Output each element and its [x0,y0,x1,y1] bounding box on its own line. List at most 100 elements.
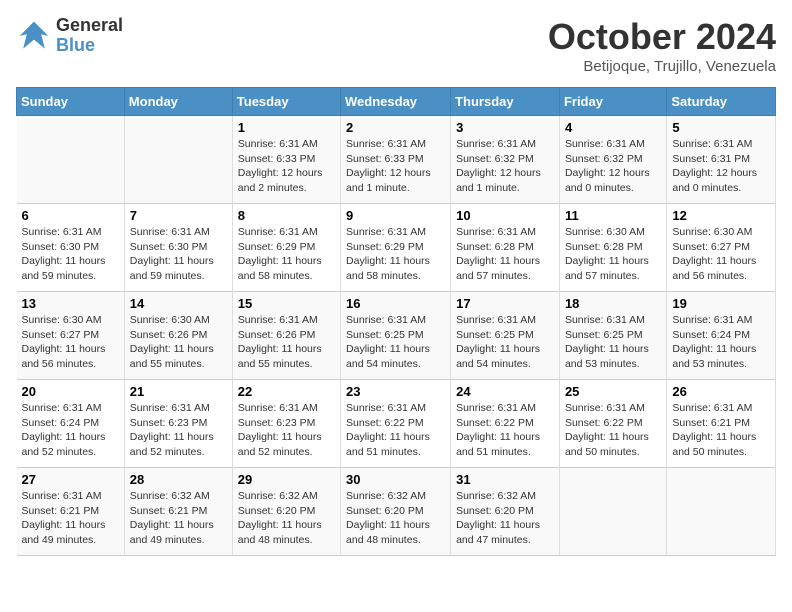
calendar-cell: 30 Sunrise: 6:32 AMSunset: 6:20 PMDayligh… [341,468,451,556]
day-number: 19 [672,296,770,311]
calendar-cell: 16 Sunrise: 6:31 AMSunset: 6:25 PMDayligh… [341,292,451,380]
day-info: Sunrise: 6:31 AMSunset: 6:30 PMDaylight:… [130,225,227,284]
day-number: 24 [456,384,554,399]
calendar-cell: 11Sunrise: 6:30 AMSunset: 6:28 PMDayligh… [559,204,666,292]
day-info: Sunrise: 6:31 AMSunset: 6:21 PMDaylight:… [672,401,770,460]
day-number: 10 [456,208,554,223]
day-info: Sunrise: 6:32 AMSunset: 6:20 PMDaylight:… [238,489,335,548]
day-number: 17 [456,296,554,311]
day-number: 12 [672,208,770,223]
calendar-cell [17,116,125,204]
calendar-week-row: 20 Sunrise: 6:31 AMSunset: 6:24 PMDayligh… [17,380,776,468]
col-monday: Monday [124,88,232,116]
day-info: Sunrise: 6:31 AMSunset: 6:29 PMDaylight:… [238,225,335,284]
day-info: Sunrise: 6:31 AMSunset: 6:26 PMDaylight:… [238,313,335,372]
day-info: Sunrise: 6:31 AMSunset: 6:32 PMDaylight:… [456,137,554,196]
day-number: 5 [672,120,770,135]
logo-icon [16,18,52,54]
location-subtitle: Betijoque, Trujillo, Venezuela [548,58,776,75]
day-info: Sunrise: 6:31 AMSunset: 6:24 PMDaylight:… [22,401,119,460]
day-number: 23 [346,384,445,399]
logo-text: General Blue [56,16,123,56]
calendar-cell [559,468,666,556]
day-info: Sunrise: 6:31 AMSunset: 6:22 PMDaylight:… [456,401,554,460]
day-number: 28 [130,472,227,487]
day-info: Sunrise: 6:31 AMSunset: 6:22 PMDaylight:… [565,401,661,460]
col-saturday: Saturday [667,88,776,116]
col-wednesday: Wednesday [341,88,451,116]
calendar-cell: 7Sunrise: 6:31 AMSunset: 6:30 PMDaylight… [124,204,232,292]
day-info: Sunrise: 6:31 AMSunset: 6:25 PMDaylight:… [565,313,661,372]
calendar-week-row: 6 Sunrise: 6:31 AMSunset: 6:30 PMDaylight… [17,204,776,292]
calendar-cell: 3 Sunrise: 6:31 AMSunset: 6:32 PMDaylight… [451,116,560,204]
day-info: Sunrise: 6:31 AMSunset: 6:33 PMDaylight:… [238,137,335,196]
calendar-cell: 19 Sunrise: 6:31 AMSunset: 6:24 PMDayligh… [667,292,776,380]
day-number: 29 [238,472,335,487]
calendar-cell: 8 Sunrise: 6:31 AMSunset: 6:29 PMDaylight… [232,204,340,292]
calendar-header-row: Sunday Monday Tuesday Wednesday Thursday… [17,88,776,116]
calendar-cell: 17 Sunrise: 6:31 AMSunset: 6:25 PMDayligh… [451,292,560,380]
day-info: Sunrise: 6:31 AMSunset: 6:30 PMDaylight:… [22,225,119,284]
col-friday: Friday [559,88,666,116]
day-number: 20 [22,384,119,399]
day-info: Sunrise: 6:31 AMSunset: 6:23 PMDaylight:… [238,401,335,460]
calendar-cell: 24 Sunrise: 6:31 AMSunset: 6:22 PMDayligh… [451,380,560,468]
calendar-week-row: 27Sunrise: 6:31 AMSunset: 6:21 PMDayligh… [17,468,776,556]
day-number: 30 [346,472,445,487]
day-number: 26 [672,384,770,399]
day-info: Sunrise: 6:31 AMSunset: 6:25 PMDaylight:… [346,313,445,372]
title-section: October 2024 Betijoque, Trujillo, Venezu… [548,16,776,75]
day-number: 8 [238,208,335,223]
calendar-week-row: 1 Sunrise: 6:31 AMSunset: 6:33 PMDaylight… [17,116,776,204]
calendar-cell: 1 Sunrise: 6:31 AMSunset: 6:33 PMDaylight… [232,116,340,204]
calendar-cell: 18 Sunrise: 6:31 AMSunset: 6:25 PMDayligh… [559,292,666,380]
calendar-week-row: 13Sunrise: 6:30 AMSunset: 6:27 PMDayligh… [17,292,776,380]
calendar-cell: 23Sunrise: 6:31 AMSunset: 6:22 PMDayligh… [341,380,451,468]
day-number: 13 [22,296,119,311]
day-number: 9 [346,208,445,223]
day-info: Sunrise: 6:31 AMSunset: 6:33 PMDaylight:… [346,137,445,196]
month-title: October 2024 [548,16,776,58]
day-info: Sunrise: 6:31 AMSunset: 6:24 PMDaylight:… [672,313,770,372]
day-info: Sunrise: 6:32 AMSunset: 6:20 PMDaylight:… [346,489,445,548]
calendar-cell: 6 Sunrise: 6:31 AMSunset: 6:30 PMDaylight… [17,204,125,292]
day-number: 22 [238,384,335,399]
calendar-cell: 25 Sunrise: 6:31 AMSunset: 6:22 PMDayligh… [559,380,666,468]
calendar-cell [124,116,232,204]
calendar-cell: 21Sunrise: 6:31 AMSunset: 6:23 PMDayligh… [124,380,232,468]
calendar-cell: 2 Sunrise: 6:31 AMSunset: 6:33 PMDaylight… [341,116,451,204]
day-number: 15 [238,296,335,311]
day-number: 1 [238,120,335,135]
calendar-table: Sunday Monday Tuesday Wednesday Thursday… [16,87,776,556]
day-number: 4 [565,120,661,135]
day-number: 18 [565,296,661,311]
day-number: 16 [346,296,445,311]
calendar-cell: 15 Sunrise: 6:31 AMSunset: 6:26 PMDayligh… [232,292,340,380]
calendar-cell: 29 Sunrise: 6:32 AMSunset: 6:20 PMDayligh… [232,468,340,556]
day-info: Sunrise: 6:31 AMSunset: 6:25 PMDaylight:… [456,313,554,372]
calendar-cell: 22 Sunrise: 6:31 AMSunset: 6:23 PMDayligh… [232,380,340,468]
day-info: Sunrise: 6:31 AMSunset: 6:29 PMDaylight:… [346,225,445,284]
calendar-cell: 26 Sunrise: 6:31 AMSunset: 6:21 PMDayligh… [667,380,776,468]
day-info: Sunrise: 6:32 AMSunset: 6:21 PMDaylight:… [130,489,227,548]
calendar-cell: 20 Sunrise: 6:31 AMSunset: 6:24 PMDayligh… [17,380,125,468]
calendar-cell: 14Sunrise: 6:30 AMSunset: 6:26 PMDayligh… [124,292,232,380]
day-info: Sunrise: 6:30 AMSunset: 6:28 PMDaylight:… [565,225,661,284]
day-number: 6 [22,208,119,223]
day-number: 2 [346,120,445,135]
day-info: Sunrise: 6:31 AMSunset: 6:28 PMDaylight:… [456,225,554,284]
day-number: 14 [130,296,227,311]
day-number: 3 [456,120,554,135]
calendar-cell: 13Sunrise: 6:30 AMSunset: 6:27 PMDayligh… [17,292,125,380]
day-info: Sunrise: 6:32 AMSunset: 6:20 PMDaylight:… [456,489,554,548]
calendar-body: 1 Sunrise: 6:31 AMSunset: 6:33 PMDaylight… [17,116,776,556]
day-info: Sunrise: 6:31 AMSunset: 6:32 PMDaylight:… [565,137,661,196]
logo: General Blue [16,16,123,56]
day-info: Sunrise: 6:31 AMSunset: 6:23 PMDaylight:… [130,401,227,460]
calendar-cell: 5 Sunrise: 6:31 AMSunset: 6:31 PMDaylight… [667,116,776,204]
day-number: 25 [565,384,661,399]
col-sunday: Sunday [17,88,125,116]
day-info: Sunrise: 6:30 AMSunset: 6:27 PMDaylight:… [672,225,770,284]
col-thursday: Thursday [451,88,560,116]
day-info: Sunrise: 6:31 AMSunset: 6:31 PMDaylight:… [672,137,770,196]
